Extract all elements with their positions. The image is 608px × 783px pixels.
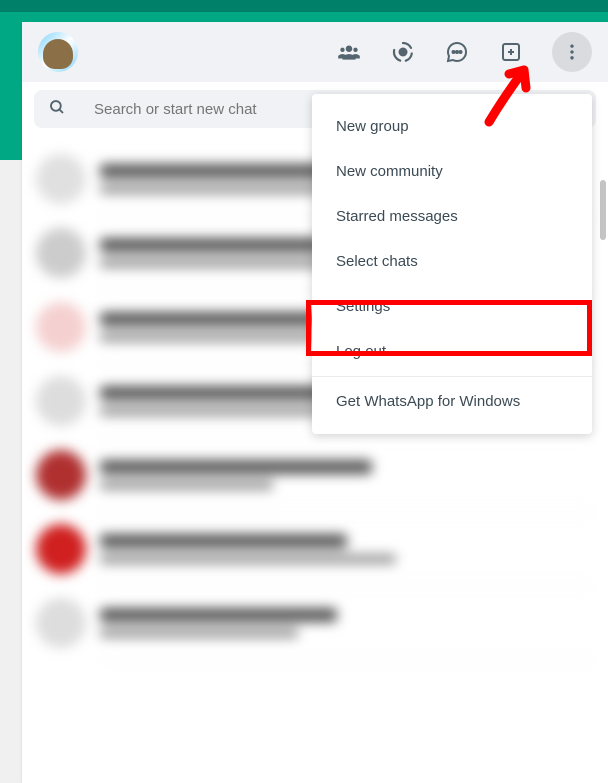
- list-item[interactable]: [22, 438, 608, 512]
- header: [22, 22, 608, 82]
- teal-top-bar: [0, 0, 608, 12]
- list-item[interactable]: [22, 512, 608, 586]
- profile-avatar[interactable]: [38, 32, 78, 72]
- search-icon: [48, 98, 66, 121]
- menu-item-new-community[interactable]: New community: [312, 149, 592, 194]
- header-icons: [336, 32, 592, 72]
- new-chat-icon[interactable]: [444, 39, 470, 65]
- menu-divider: [312, 376, 592, 377]
- channels-icon[interactable]: [498, 39, 524, 65]
- three-dots-icon: [562, 42, 582, 62]
- dropdown-menu: New group New community Starred messages…: [312, 94, 592, 434]
- menu-item-get-desktop[interactable]: Get WhatsApp for Windows: [312, 379, 592, 424]
- menu-item-new-group[interactable]: New group: [312, 104, 592, 149]
- menu-item-settings[interactable]: Settings: [312, 284, 592, 329]
- status-icon[interactable]: [390, 39, 416, 65]
- menu-item-select-chats[interactable]: Select chats: [312, 239, 592, 284]
- menu-button[interactable]: [552, 32, 592, 72]
- menu-item-log-out[interactable]: Log out: [312, 329, 592, 374]
- list-item[interactable]: [22, 586, 608, 660]
- communities-icon[interactable]: [336, 39, 362, 65]
- menu-item-starred-messages[interactable]: Starred messages: [312, 194, 592, 239]
- app-container: New group New community Starred messages…: [22, 22, 608, 783]
